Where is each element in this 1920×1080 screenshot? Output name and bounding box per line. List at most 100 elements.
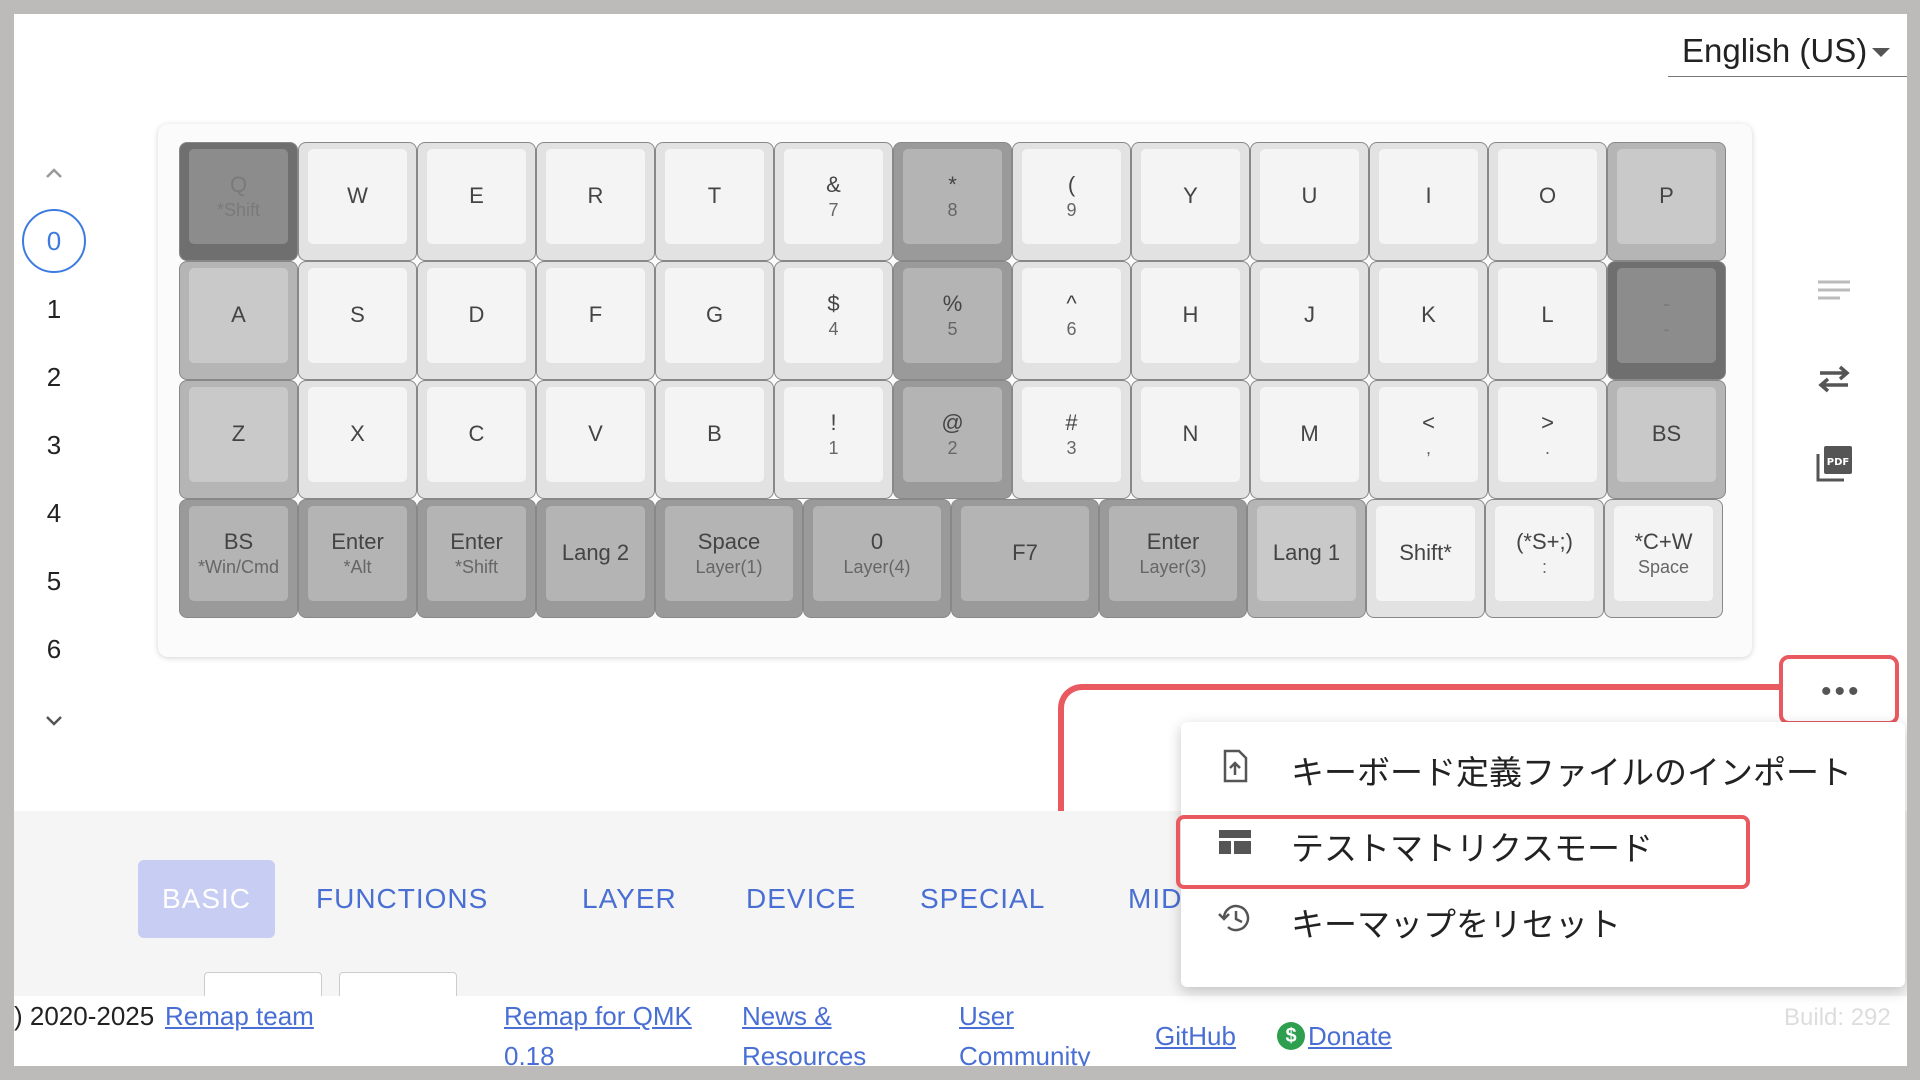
key-r0-c0[interactable]: Q *Shift — [179, 142, 298, 261]
tab-layer[interactable]: LAYER — [582, 860, 677, 938]
key-r2-c7[interactable]: #3 — [1012, 380, 1131, 499]
keycap-label: E — [469, 183, 484, 209]
layer-0-button[interactable]: 0 — [22, 209, 86, 273]
language-select-value: English (US) — [1682, 32, 1868, 69]
keycap-label: S — [350, 302, 365, 328]
list-icon[interactable] — [1814, 272, 1854, 312]
key-r3-c4[interactable]: Space Layer(1) — [655, 499, 803, 618]
keycap-label: B — [707, 421, 722, 447]
key-r1-c7[interactable]: ^ 6 — [1012, 261, 1131, 380]
layer-6-button[interactable]: 6 — [14, 634, 94, 665]
community-link[interactable]: Community — [959, 1036, 1090, 1066]
key-r1-c0[interactable]: A — [179, 261, 298, 380]
key-r2-c3[interactable]: V — [536, 380, 655, 499]
layer-4-button[interactable]: 4 — [14, 498, 94, 529]
key-r0-c9[interactable]: U — [1250, 142, 1369, 261]
tab-basic[interactable]: BASIC — [138, 860, 276, 938]
key-r3-c8[interactable]: Lang 1 — [1247, 499, 1366, 618]
tab-device[interactable]: DEVICE — [746, 860, 856, 938]
key-r2-c11[interactable]: >. — [1488, 380, 1607, 499]
key-r3-c9[interactable]: Shift* — [1366, 499, 1485, 618]
keycap-label: L — [1541, 302, 1554, 328]
tab-special[interactable]: SPECIAL — [920, 860, 1045, 938]
keycap-sublabel: *Shift — [216, 200, 261, 221]
tab-midi[interactable]: MID — [1128, 860, 1182, 938]
github-link[interactable]: GitHub — [1155, 1016, 1236, 1056]
key-r2-c6[interactable]: @2 — [893, 380, 1012, 499]
keycap-label: A — [231, 302, 246, 328]
key-r0-c12[interactable]: P — [1607, 142, 1726, 261]
key-r1-c4[interactable]: G — [655, 261, 774, 380]
key-r3-c1[interactable]: Enter *Alt — [298, 499, 417, 618]
keycap-sublabel: Space — [1637, 557, 1690, 578]
layer-2-button[interactable]: 2 — [14, 362, 94, 393]
keycap-face: R — [546, 149, 645, 244]
key-r1-c3[interactable]: F — [536, 261, 655, 380]
keycap-face: Enter *Shift — [427, 506, 526, 601]
key-r0-c4[interactable]: T — [655, 142, 774, 261]
pdf-icon[interactable]: PDF — [1814, 444, 1854, 484]
key-r0-c5[interactable]: & 7 — [774, 142, 893, 261]
key-r2-c0[interactable]: Z — [179, 380, 298, 499]
key-r1-c9[interactable]: J — [1250, 261, 1369, 380]
key-r1-c2[interactable]: D — [417, 261, 536, 380]
keycap-face: S — [308, 268, 407, 363]
keycap-label: H — [1182, 302, 1199, 328]
key-r2-c1[interactable]: X — [298, 380, 417, 499]
remap-qmk-link[interactable]: Remap for QMK — [504, 996, 692, 1036]
layer-5-button[interactable]: 5 — [14, 566, 94, 597]
key-r3-c0[interactable]: BS *Win/Cmd — [179, 499, 298, 618]
key-r1-c1[interactable]: S — [298, 261, 417, 380]
key-r0-c2[interactable]: E — [417, 142, 536, 261]
key-r3-c7[interactable]: Enter Layer(3) — [1099, 499, 1247, 618]
keycap-sublabel: : — [1541, 557, 1547, 578]
keycap-label: Q — [229, 171, 248, 197]
key-r3-c11[interactable]: *C+W Space — [1604, 499, 1723, 618]
keycap-face: BS — [1617, 387, 1716, 482]
key-r0-c7[interactable]: (9 — [1012, 142, 1131, 261]
key-r1-c10[interactable]: K — [1369, 261, 1488, 380]
key-r1-c5[interactable]: $4 — [774, 261, 893, 380]
remap-qmk-version-link[interactable]: 0.18 — [504, 1036, 555, 1066]
key-r1-c6[interactable]: % 5 — [893, 261, 1012, 380]
key-r3-c2[interactable]: Enter *Shift — [417, 499, 536, 618]
news-link[interactable]: News & — [742, 996, 832, 1036]
key-r3-c3[interactable]: Lang 2 — [536, 499, 655, 618]
menu-item-import-definition[interactable]: キーボード定義ファイルのインポート — [1181, 730, 1905, 802]
key-r0-c1[interactable]: W — [298, 142, 417, 261]
key-r3-c6[interactable]: F7 — [951, 499, 1099, 618]
key-r1-c12[interactable]: -- — [1607, 261, 1726, 380]
resources-link[interactable]: Resources — [742, 1036, 866, 1066]
key-r2-c10[interactable]: <, — [1369, 380, 1488, 499]
chevron-up-icon[interactable] — [42, 162, 66, 186]
donate-link[interactable]: Donate — [1308, 1016, 1392, 1056]
keycap-label: & — [826, 171, 841, 197]
key-r0-c8[interactable]: Y — [1131, 142, 1250, 261]
chevron-down-icon[interactable] — [42, 708, 66, 732]
key-r1-c11[interactable]: L — [1488, 261, 1607, 380]
key-r2-c12[interactable]: BS — [1607, 380, 1726, 499]
key-r2-c4[interactable]: B — [655, 380, 774, 499]
layer-3-button[interactable]: 3 — [14, 430, 94, 461]
language-select[interactable]: English (US) — [1668, 18, 1907, 77]
key-r0-c10[interactable]: I — [1369, 142, 1488, 261]
menu-item-reset-keymap[interactable]: キーマップをリセット — [1181, 882, 1905, 954]
remap-team-link[interactable]: Remap team — [165, 996, 314, 1036]
key-r2-c8[interactable]: N — [1131, 380, 1250, 499]
key-r0-c11[interactable]: O — [1488, 142, 1607, 261]
tab-functions[interactable]: FUNCTIONS — [316, 860, 488, 938]
key-r1-c8[interactable]: H — [1131, 261, 1250, 380]
more-options-button[interactable]: ••• — [1779, 655, 1899, 725]
keycap-label: $ — [827, 290, 840, 316]
key-r2-c9[interactable]: M — [1250, 380, 1369, 499]
key-r0-c3[interactable]: R — [536, 142, 655, 261]
keycap-sublabel: *Win/Cmd — [197, 557, 279, 578]
key-r3-c10[interactable]: (*S+;): — [1485, 499, 1604, 618]
key-r0-c6[interactable]: * 8 — [893, 142, 1012, 261]
swap-icon[interactable] — [1814, 359, 1854, 399]
key-r2-c5[interactable]: ! 1 — [774, 380, 893, 499]
user-link[interactable]: User — [959, 996, 1014, 1036]
key-r2-c2[interactable]: C — [417, 380, 536, 499]
key-r3-c5[interactable]: 0 Layer(4) — [803, 499, 951, 618]
layer-1-button[interactable]: 1 — [14, 294, 94, 325]
